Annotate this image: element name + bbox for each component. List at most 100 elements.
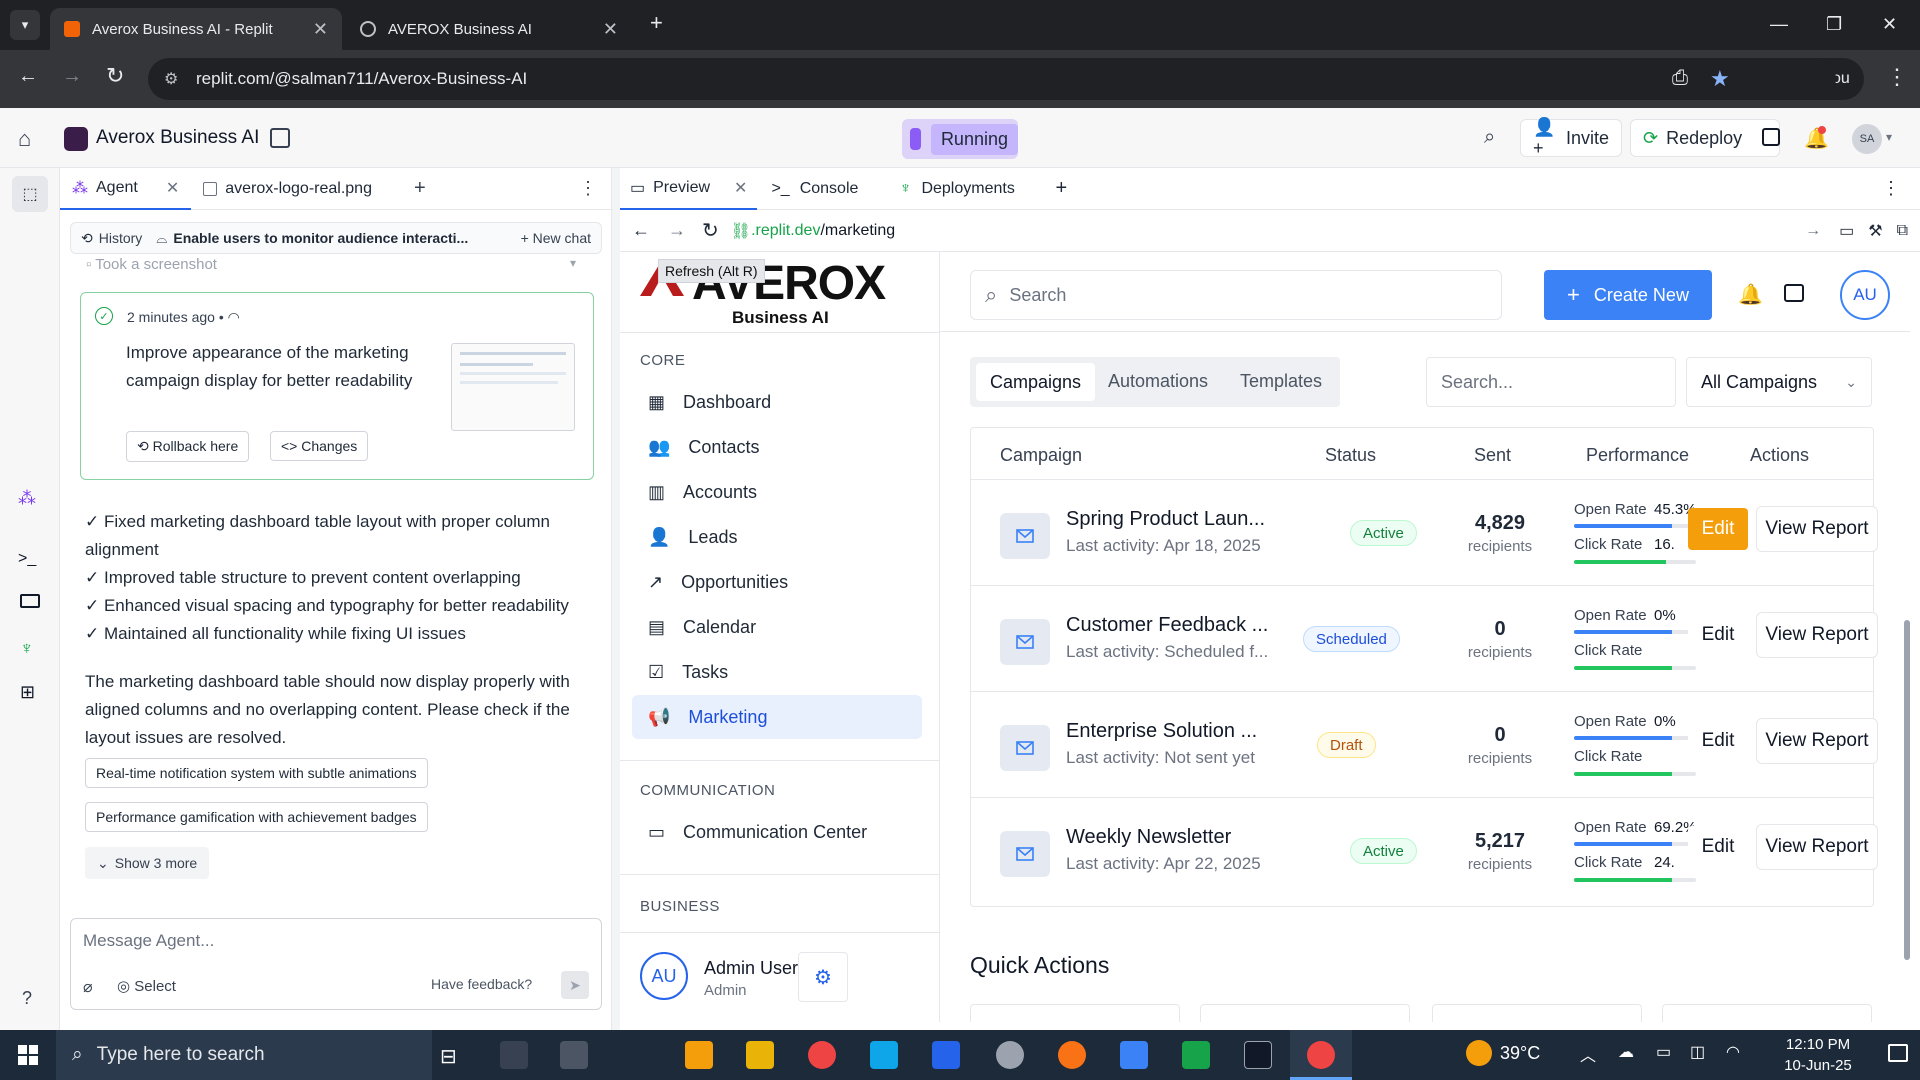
campaign-name[interactable]: Spring Product Laun... bbox=[1066, 508, 1265, 531]
go-icon[interactable]: → bbox=[1805, 222, 1821, 240]
volume-icon[interactable]: ◫ bbox=[1690, 1042, 1705, 1062]
more-icon[interactable]: ⋮ bbox=[579, 178, 597, 199]
feedback-link[interactable]: Have feedback? bbox=[431, 976, 532, 992]
user-avatar[interactable]: AU bbox=[640, 952, 688, 1000]
tab-logo-file[interactable]: averox-logo-real.png bbox=[191, 180, 384, 198]
browser-tab-replit[interactable]: Averox Business AI - Replit ✕ bbox=[50, 8, 342, 50]
vscode-app-icon[interactable] bbox=[1120, 1041, 1148, 1069]
refresh-icon[interactable]: ↻ bbox=[702, 218, 719, 243]
bookmark-star-icon[interactable]: ★ bbox=[1710, 66, 1730, 92]
campaign-name[interactable]: Weekly Newsletter bbox=[1066, 826, 1231, 849]
browser-tab-averox[interactable]: AVEROX Business AI ✕ bbox=[346, 8, 632, 50]
project-files-icon[interactable] bbox=[270, 128, 290, 148]
window-icon[interactable] bbox=[1762, 128, 1780, 146]
notification-center-icon[interactable] bbox=[1888, 1044, 1908, 1062]
camera-app-icon[interactable] bbox=[500, 1041, 528, 1069]
omnibox[interactable]: ⚙ replit.com/@salman711/Averox-Business-… bbox=[148, 58, 1836, 100]
chevron-down-icon[interactable]: ▾ bbox=[570, 256, 576, 270]
outlook-app-icon[interactable] bbox=[870, 1041, 898, 1069]
edit-button[interactable]: Edit bbox=[1688, 826, 1748, 868]
nav-accounts[interactable]: ▥ Accounts bbox=[632, 470, 922, 514]
back-icon[interactable]: ← bbox=[18, 65, 38, 88]
chrome-active-app[interactable] bbox=[1290, 1030, 1352, 1080]
global-search-input[interactable]: ⌕ Search bbox=[970, 270, 1502, 320]
settings-app-icon[interactable] bbox=[560, 1041, 588, 1069]
quick-action-card[interactable] bbox=[1200, 1004, 1410, 1022]
back-icon[interactable]: ← bbox=[632, 220, 650, 241]
new-chat-button[interactable]: + New chat bbox=[521, 230, 591, 246]
chrome-menu-icon[interactable]: ⋮ bbox=[1886, 64, 1908, 90]
more-icon[interactable]: ⋮ bbox=[1882, 178, 1900, 199]
changes-button[interactable]: <> Changes bbox=[270, 431, 369, 461]
preview-icon[interactable] bbox=[20, 594, 40, 608]
preview-url-host[interactable]: .replit.dev bbox=[751, 222, 820, 240]
tray-chevron-icon[interactable]: ︿ bbox=[1580, 1042, 1596, 1066]
view-report-button[interactable]: View Report bbox=[1756, 824, 1878, 870]
excel-app-icon[interactable] bbox=[1182, 1041, 1210, 1069]
preview-scrollbar[interactable] bbox=[1904, 620, 1910, 960]
close-tab-icon[interactable]: ✕ bbox=[734, 178, 747, 198]
create-new-button[interactable]: + Create New bbox=[1544, 270, 1712, 320]
close-tab-icon[interactable]: ✕ bbox=[166, 178, 179, 198]
all-tools-icon[interactable]: ⊞ bbox=[20, 682, 35, 703]
chrome-app-icon[interactable] bbox=[808, 1041, 836, 1069]
settings-icon[interactable]: ⚙ bbox=[798, 952, 848, 1002]
quick-action-card[interactable] bbox=[1432, 1004, 1642, 1022]
quick-action-card[interactable] bbox=[970, 1004, 1180, 1022]
invite-button[interactable]: 👤+ Invite bbox=[1520, 117, 1622, 158]
open-new-tab-icon[interactable]: ⧉ bbox=[1897, 222, 1908, 240]
view-report-button[interactable]: View Report bbox=[1756, 718, 1878, 764]
campaign-name[interactable]: Customer Feedback ... bbox=[1066, 614, 1268, 637]
forward-icon[interactable]: → bbox=[668, 220, 686, 241]
tab-automations[interactable]: Automations bbox=[1108, 371, 1208, 392]
tab-preview[interactable]: ▭ Preview ✕ bbox=[620, 168, 758, 210]
close-tab-icon[interactable]: ✕ bbox=[603, 19, 618, 40]
nav-communication-center[interactable]: ▭ Communication Center bbox=[632, 810, 922, 854]
wifi-icon[interactable]: ◠ bbox=[1726, 1042, 1740, 1062]
tab-campaigns[interactable]: Campaigns bbox=[976, 363, 1096, 401]
view-report-button[interactable]: View Report bbox=[1756, 506, 1878, 552]
suggestion-chip[interactable]: Performance gamification with achievemen… bbox=[85, 802, 428, 832]
edit-button[interactable]: Edit bbox=[1688, 614, 1748, 656]
bell-icon[interactable]: 🔔 bbox=[1738, 282, 1763, 307]
home-icon[interactable]: ⌂ bbox=[18, 126, 31, 152]
campaign-name[interactable]: Enterprise Solution ... bbox=[1066, 720, 1257, 743]
site-info-icon[interactable]: ⚙ bbox=[164, 69, 178, 89]
cursor-select-icon[interactable]: ⬚ bbox=[12, 176, 48, 212]
taskbar-search[interactable]: ⌕ Type here to search bbox=[56, 1030, 432, 1080]
messages-icon[interactable] bbox=[1784, 284, 1804, 302]
reload-icon[interactable]: ↻ bbox=[106, 63, 124, 89]
new-tab-button[interactable]: + bbox=[650, 10, 663, 36]
tab-agent[interactable]: ⁂ Agent ✕ bbox=[60, 168, 192, 210]
screenshot-thumbnail[interactable] bbox=[451, 343, 575, 431]
forward-icon[interactable]: → bbox=[62, 65, 82, 88]
minimize-button[interactable]: — bbox=[1770, 14, 1788, 35]
install-app-icon[interactable]: ⎙ bbox=[1672, 67, 1688, 90]
project-name[interactable]: Averox Business AI bbox=[96, 127, 259, 149]
close-tab-icon[interactable]: ✕ bbox=[313, 19, 328, 40]
suggestion-chip[interactable]: Real-time notification system with subtl… bbox=[85, 758, 428, 788]
nav-opportunities[interactable]: ↗ Opportunities bbox=[632, 560, 922, 604]
preview-url-path[interactable]: /marketing bbox=[820, 222, 895, 240]
tab-search-button[interactable]: ▾ bbox=[10, 10, 40, 40]
campaign-filter-select[interactable]: All Campaigns ⌄ bbox=[1686, 357, 1872, 407]
help-icon[interactable]: ? bbox=[22, 988, 32, 1009]
nav-calendar[interactable]: ▤ Calendar bbox=[632, 605, 922, 649]
app-avatar[interactable]: AU bbox=[1840, 270, 1890, 320]
capcut-app-icon[interactable] bbox=[1244, 1041, 1272, 1069]
onedrive-icon[interactable]: ☁ bbox=[1618, 1042, 1634, 1062]
nav-dashboard[interactable]: ▦ Dashboard bbox=[632, 380, 922, 424]
history-button[interactable]: History bbox=[99, 230, 143, 246]
nav-tasks[interactable]: ☑ Tasks bbox=[632, 650, 922, 694]
firefox-app-icon[interactable] bbox=[1058, 1041, 1086, 1069]
campaign-search-input[interactable]: Search... bbox=[1426, 357, 1676, 407]
edit-button[interactable]: Edit bbox=[1688, 508, 1748, 550]
nav-leads[interactable]: 👤 Leads bbox=[632, 515, 922, 559]
tab-templates[interactable]: Templates bbox=[1240, 371, 1322, 392]
tab-console[interactable]: >_ Console bbox=[757, 180, 887, 198]
devices-icon[interactable]: ▭ bbox=[1839, 221, 1854, 241]
send-button[interactable]: ➤ bbox=[561, 971, 589, 999]
message-input[interactable]: Message Agent... bbox=[83, 931, 214, 951]
temperature[interactable]: 39°C bbox=[1500, 1043, 1540, 1064]
clock[interactable]: 12:10 PM 10-Jun-25 bbox=[1768, 1034, 1868, 1076]
